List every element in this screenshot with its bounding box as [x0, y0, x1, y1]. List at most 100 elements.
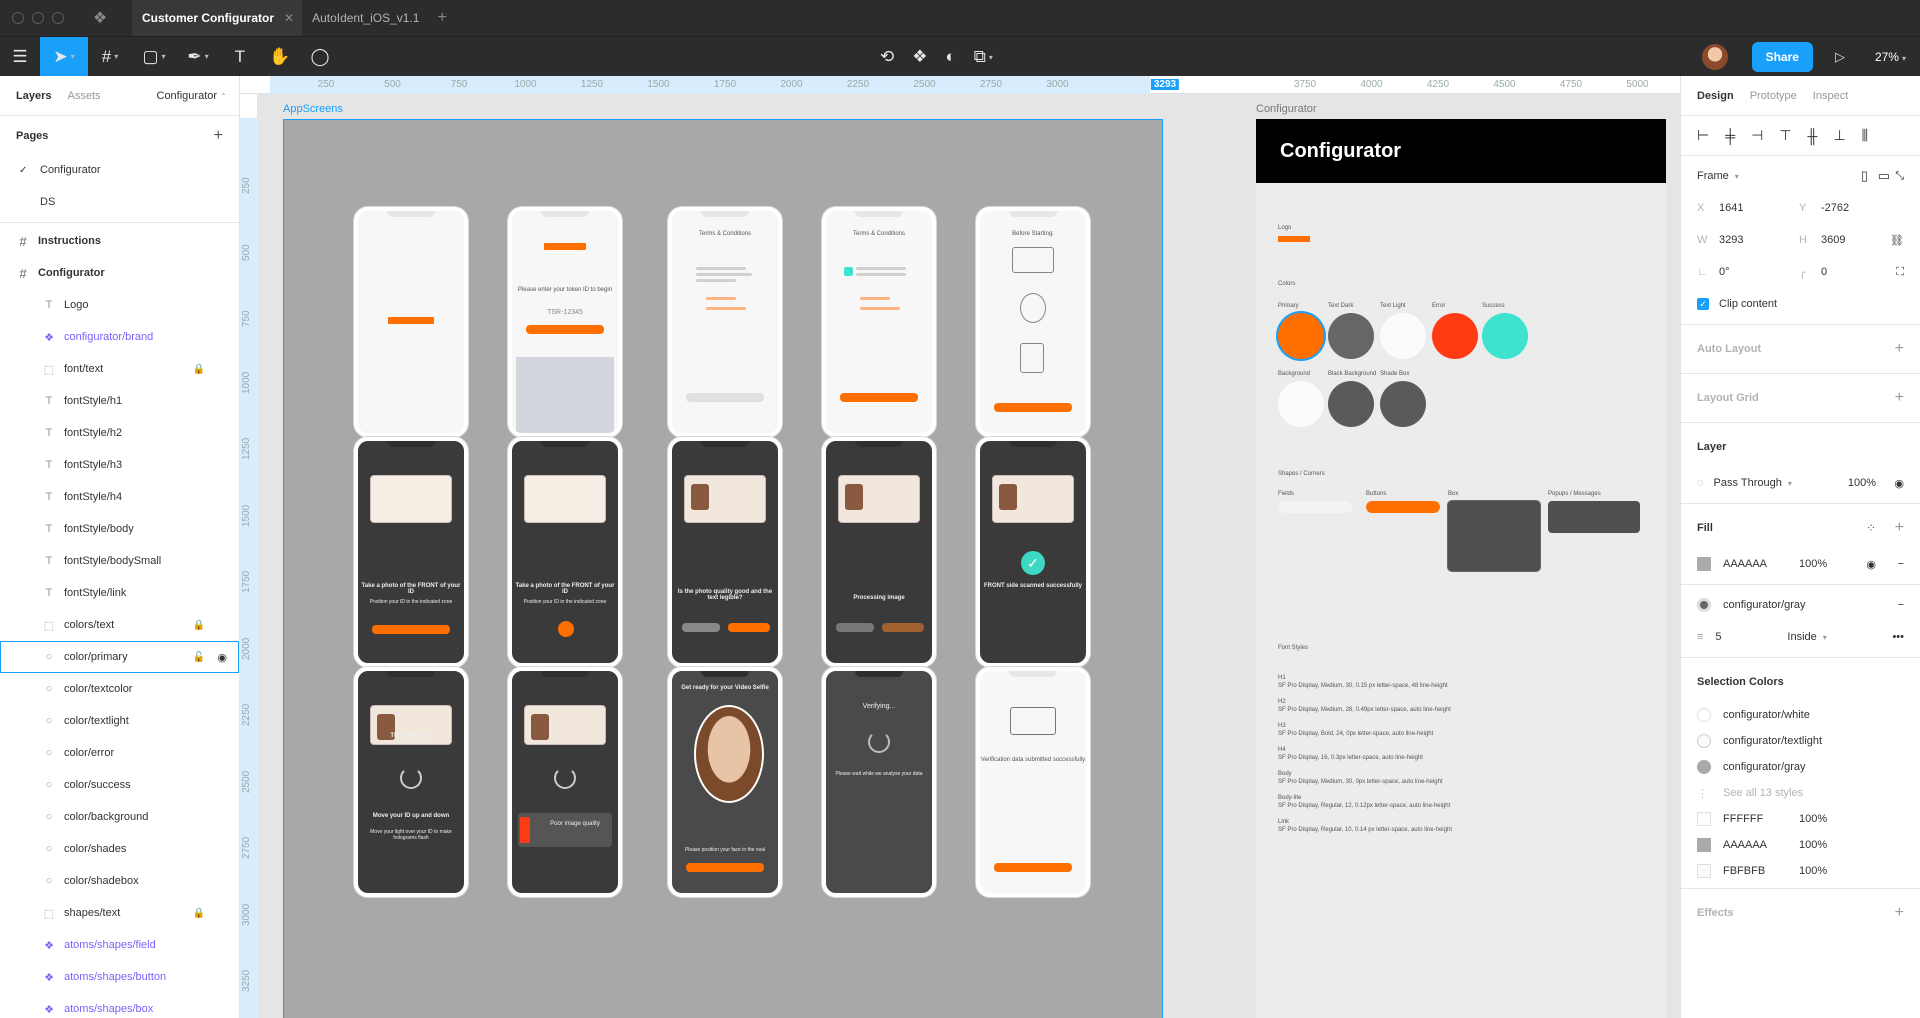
swatch-primary[interactable]: [1278, 313, 1324, 359]
tab-design[interactable]: Design: [1697, 90, 1734, 102]
tab-assets[interactable]: Assets: [67, 90, 100, 102]
close-window-icon[interactable]: [12, 12, 24, 24]
align-bottom-icon[interactable]: ⊥: [1833, 127, 1845, 144]
eye-icon[interactable]: ◉: [217, 651, 227, 664]
selection-style-row[interactable]: configurator/gray: [1681, 754, 1920, 780]
screen-photo-front-1[interactable]: Take a photo of the FRONT of your ID Pos…: [354, 437, 468, 667]
swatch-black-background[interactable]: [1328, 381, 1374, 427]
landscape-icon[interactable]: ▭: [1878, 168, 1890, 184]
shape-box[interactable]: [1448, 501, 1540, 571]
mask-icon[interactable]: ◐: [946, 37, 956, 77]
figma-menu-icon[interactable]: ❖: [90, 8, 110, 28]
page-item-configurator[interactable]: ✓ Configurator: [0, 154, 239, 186]
fill-hex-field[interactable]: AAAAAA: [1723, 558, 1795, 570]
shape-popup[interactable]: [1548, 501, 1640, 533]
boolean-icon[interactable]: ⧉ ▾: [974, 37, 993, 77]
present-play-icon[interactable]: ▷: [1835, 49, 1845, 65]
shape-tool-button[interactable]: ▢ ▾: [132, 37, 176, 77]
layer-item[interactable]: ○ color/shadebox: [0, 865, 239, 897]
stroke-width-field[interactable]: 5: [1715, 631, 1787, 643]
checkbox-checked-icon[interactable]: ✓: [1697, 298, 1709, 310]
main-menu-icon[interactable]: ☰: [0, 37, 40, 77]
layer-item[interactable]: TfontStyle/h4: [0, 481, 239, 513]
screen-splash[interactable]: [354, 207, 468, 437]
screen-terms-accepted[interactable]: Terms & Conditions: [822, 207, 936, 437]
layer-item[interactable]: ○ color/textcolor: [0, 673, 239, 705]
layer-item[interactable]: ❖ atoms/shapes/box: [0, 993, 239, 1018]
canvas[interactable]: 250 500 750 1000 1250 1500 1750 2000 2250 2500 275…: [240, 76, 1680, 1018]
page-dropdown[interactable]: Configurator ⌃: [157, 90, 227, 102]
auto-layout-header[interactable]: Auto Layout +: [1681, 329, 1920, 369]
lock-icon[interactable]: 🔒: [193, 908, 205, 919]
selection-color-row[interactable]: FFFFFF 100%: [1681, 806, 1920, 832]
shape-button[interactable]: [1366, 501, 1440, 513]
color-chip[interactable]: [1697, 838, 1711, 852]
color-chip[interactable]: [1697, 812, 1711, 826]
hex-value[interactable]: FBFBFB: [1723, 865, 1795, 877]
screen-terms[interactable]: Terms & Conditions: [668, 207, 782, 437]
create-component-icon[interactable]: ❖: [912, 37, 927, 77]
frame-tool-button[interactable]: # ▾: [88, 37, 132, 77]
screen-photo-quality[interactable]: Is the photo quality good and the text l…: [668, 437, 782, 667]
style-grid-icon[interactable]: ⁘: [1866, 521, 1876, 535]
swatch-text-dark[interactable]: [1328, 313, 1374, 359]
minimize-window-icon[interactable]: [32, 12, 44, 24]
unlock-icon[interactable]: 🔓: [193, 652, 205, 663]
remove-stroke-icon[interactable]: −: [1898, 599, 1904, 611]
stroke-style-name[interactable]: configurator/gray: [1723, 599, 1806, 611]
tab-inspect[interactable]: Inspect: [1813, 90, 1848, 102]
layer-item[interactable]: ❖ configurator/brand: [0, 321, 239, 353]
layer-item[interactable]: # Configurator: [0, 257, 239, 289]
layer-item[interactable]: TfontStyle/body: [0, 513, 239, 545]
layer-item[interactable]: ○ color/error: [0, 737, 239, 769]
layer-item[interactable]: ⬚ shapes/text 🔒: [0, 897, 239, 929]
frame-label-configurator[interactable]: Configurator: [1256, 103, 1317, 115]
screen-tilt-card[interactable]: TILT your card Move your ID up and down …: [354, 667, 468, 897]
layout-grid-header[interactable]: Layout Grid +: [1681, 378, 1920, 418]
component-reset-icon[interactable]: ⟲: [880, 37, 894, 77]
hand-tool-button[interactable]: ✋: [260, 37, 300, 77]
frame-type-row[interactable]: Frame ▾ ▯ ▭ ⤡: [1681, 160, 1920, 192]
layer-opacity-field[interactable]: 100%: [1848, 477, 1876, 489]
selection-style-row[interactable]: configurator/white: [1681, 702, 1920, 728]
align-center-v-icon[interactable]: ╫: [1808, 128, 1818, 144]
selection-color-row[interactable]: AAAAAA 100%: [1681, 832, 1920, 858]
screen-photo-front-2[interactable]: Take a photo of the FRONT of your ID Pos…: [508, 437, 622, 667]
layer-item[interactable]: ❖ atoms/shapes/button: [0, 961, 239, 993]
rotation-field[interactable]: 0°: [1719, 266, 1799, 278]
opacity-value[interactable]: 100%: [1799, 839, 1827, 851]
height-field[interactable]: 3609: [1821, 234, 1901, 246]
layer-item[interactable]: TfontStyle/h3: [0, 449, 239, 481]
blend-mode-dropdown[interactable]: Pass Through ▾: [1714, 477, 1792, 489]
add-effect-icon[interactable]: +: [1895, 904, 1904, 922]
fill-opacity-field[interactable]: 100%: [1799, 558, 1827, 570]
constrain-proportions-icon[interactable]: ⛓: [1890, 234, 1904, 247]
layer-item[interactable]: TfontStyle/bodySmall: [0, 545, 239, 577]
stroke-style-chip[interactable]: [1697, 598, 1711, 612]
align-top-icon[interactable]: ⊤: [1779, 127, 1791, 144]
avatar[interactable]: [1701, 44, 1728, 70]
add-layout-grid-icon[interactable]: +: [1895, 389, 1904, 407]
page-item-ds[interactable]: DS: [0, 186, 239, 218]
screen-poor-quality[interactable]: Poor image quality: [508, 667, 622, 897]
share-button[interactable]: Share: [1751, 42, 1813, 72]
layer-item[interactable]: TfontStyle/h2: [0, 417, 239, 449]
layer-item[interactable]: # Instructions: [0, 225, 239, 257]
hex-value[interactable]: AAAAAA: [1723, 839, 1795, 851]
swatch-shade-box[interactable]: [1380, 381, 1426, 427]
layer-item[interactable]: ❖ atoms/shapes/field: [0, 929, 239, 961]
screen-verifying[interactable]: Verifying... Please wait while we analys…: [822, 667, 936, 897]
layer-item[interactable]: ○ color/success: [0, 769, 239, 801]
swatch-text-light[interactable]: [1380, 313, 1426, 359]
remove-fill-icon[interactable]: −: [1898, 558, 1904, 570]
layer-item[interactable]: ○ color/shades: [0, 833, 239, 865]
lock-icon[interactable]: 🔒: [193, 364, 205, 375]
close-tab-icon[interactable]: ✕: [284, 11, 294, 25]
eye-icon[interactable]: ◉: [1866, 558, 1876, 571]
align-center-h-icon[interactable]: ╪: [1725, 128, 1735, 144]
align-right-icon[interactable]: ⊣: [1751, 127, 1763, 144]
tab-autoident[interactable]: AutoIdent_iOS_v1.1: [302, 0, 429, 36]
x-field[interactable]: 1641: [1719, 202, 1799, 214]
new-tab-icon[interactable]: +: [437, 9, 446, 27]
add-page-icon[interactable]: +: [214, 127, 223, 145]
